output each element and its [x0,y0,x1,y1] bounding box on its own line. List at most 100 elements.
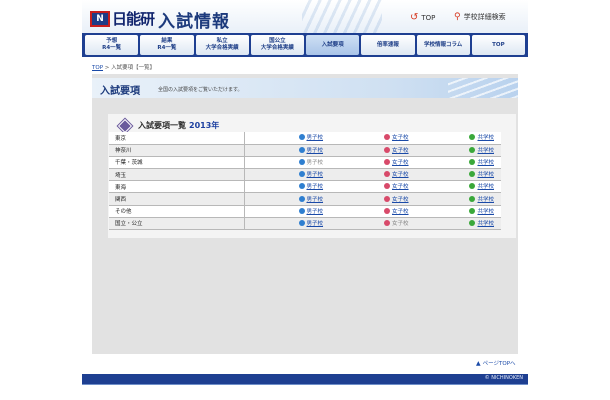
boys-school-label: 男子校 [306,147,324,154]
girls-cell: 女子校 [330,192,416,206]
breadcrumb-top-link[interactable]: TOP [92,65,103,71]
coed-school-icon [469,171,476,178]
boys-school-link[interactable]: 男子校 [298,146,324,154]
coed-school-icon [469,158,476,165]
table-row: 千葉・茨城 男子校 女子校 共学校 [109,156,501,170]
nav-item-3[interactable]: 国公立 大学合格実績 [250,35,304,55]
girls-school-link[interactable]: 女子校 [384,170,409,178]
list-heading: 入試要項一覧 2013年 [117,118,220,133]
girls-school-link[interactable]: 女子校 [384,195,409,203]
girls-cell: 女子校 [330,144,416,157]
site-title: 入試情報 [158,12,230,32]
boys-school-label: 男子校 [306,135,324,142]
search-icon: ⚲ [454,12,461,22]
page-heading: 入試要項 [100,86,140,97]
coed-school-label: 共学校 [477,208,494,215]
nav-item-line2: R4一覧 [157,45,177,51]
header-top-link[interactable]: ↺ TOP [410,12,435,23]
copyright: © NICHINOKEN [484,375,523,381]
coed-school-link[interactable]: 共学校 [469,219,494,227]
list-year: 2013年 [189,121,220,130]
girls-school-link[interactable]: 女子校 [384,207,409,215]
list-title: 入試要項一覧 [138,121,186,130]
nav-item-4[interactable]: 入試要項 [306,35,360,55]
girls-school-label: 女子校 [392,159,409,166]
school-search-link[interactable]: ⚲ 学校詳細検索 [454,12,506,22]
girls-school-label: 女子校 [392,208,409,215]
boys-school-link[interactable]: 男子校 [298,170,324,179]
girls-school-link[interactable]: 女子校 [384,158,409,166]
region-cell: 関西 [109,192,245,206]
nav-item-5[interactable]: 倍率速報 [361,35,415,55]
coed-school-label: 共学校 [477,172,494,179]
nav-item-1[interactable]: 結果 R4一覧 [140,35,194,55]
girls-school-link[interactable]: 女子校 [384,133,409,141]
coed-school-link[interactable]: 共学校 [469,158,494,166]
girls-cell: 女子校 [330,180,416,194]
nav-item-6[interactable]: 学校情報コラム [416,35,470,55]
girls-school-icon [384,158,391,165]
nav-item-line1: 倍率速報 [376,41,399,48]
nav-item-line1: 予想 [106,38,118,44]
girls-cell: 女子校 [330,217,416,231]
nav-item-2[interactable]: 私立 大学合格実績 [195,35,249,55]
boys-school-link[interactable]: 男子校 [298,219,323,227]
nav-item-line2: 大学合格実績 [260,45,294,51]
page-top-link[interactable]: ▲ ページTOPへ [476,359,516,368]
boys-cell: 男子校 [244,144,331,157]
coed-cell: 共学校 [415,205,501,218]
girls-school-link[interactable]: 女子校 [384,146,409,154]
coed-school-link[interactable]: 共学校 [469,182,494,190]
coed-school-link[interactable]: 共学校 [469,133,494,141]
boys-school-link[interactable]: 男子校 [298,133,324,142]
up-triangle-icon: ▲ [476,359,481,367]
boys-cell: 男子校 [244,168,331,182]
main-content: 入試要項 全国の入試要項をご覧いただけます。 入試要項一覧 2013年 東京 男子… [92,74,518,354]
nav-item-0[interactable]: 予想 R4一覧 [85,35,139,55]
diamond-bullet-icon [117,118,133,133]
coed-school-label: 共学校 [477,220,494,227]
table-row: 埼玉 男子校 女子校 共学校 [109,168,501,182]
site-header: N 日能研 入試情報 ↺ TOP ⚲ 学校詳細検索 [82,0,528,33]
boys-school-label: 男子校 [306,172,324,179]
nav-item-line2: R4一覧 [102,45,122,51]
girls-cell: 女子校 [330,132,416,145]
coed-school-link[interactable]: 共学校 [469,146,494,154]
coed-school-icon [469,183,476,190]
boys-school-icon [298,171,305,178]
header-decoration [302,0,382,33]
table-row: 神奈川 男子校 女子校 共学校 [109,144,501,157]
table-row: 国立・公立 男子校 女子校 共学校 [109,217,501,231]
boys-school-link[interactable]: 男子校 [298,207,323,215]
nav-item-line1: TOP [492,41,505,48]
entrance-table: 東京 男子校 女子校 共学校 神奈川 男子校 女子校 共学校 千葉・茨城 男子校 女子校 共学校 埼玉男… [109,132,501,231]
girls-school-link: 女子校 [384,219,409,227]
coed-school-link[interactable]: 共学校 [469,207,494,215]
girls-school-link[interactable]: 女子校 [384,182,409,190]
coed-school-link[interactable]: 共学校 [469,170,494,178]
table-row: 東京 男子校 女子校 共学校 [109,132,501,145]
region-cell: 国立・公立 [109,217,245,231]
nav-item-line1: 私立 [216,38,228,44]
boys-school-link[interactable]: 男子校 [298,182,323,190]
boys-school-label: 男子校 [306,159,324,166]
nav-item-line1: 学校情報コラム [423,41,463,48]
table-row: その他 男子校 女子校 共学校 [109,205,501,218]
logo-mark-icon: N [90,10,110,27]
nichinoken-logo[interactable]: N 日能研 [90,8,155,29]
coed-cell: 共学校 [415,192,501,206]
coed-school-icon [469,195,476,202]
nav-item-7[interactable]: TOP [471,35,525,55]
boys-cell: 男子校 [244,132,331,145]
region-cell: 千葉・茨城 [109,156,245,170]
boys-school-link[interactable]: 男子校 [298,195,324,203]
boys-school-label: 男子校 [306,196,324,203]
girls-school-icon [384,171,391,178]
coed-cell: 共学校 [415,217,501,231]
girls-school-label: 女子校 [392,196,409,203]
header-top-label: TOP [421,13,436,22]
coed-school-icon [469,146,476,153]
girls-school-label: 女子校 [392,135,409,142]
girls-cell: 女子校 [330,156,416,170]
coed-school-link[interactable]: 共学校 [469,195,494,203]
